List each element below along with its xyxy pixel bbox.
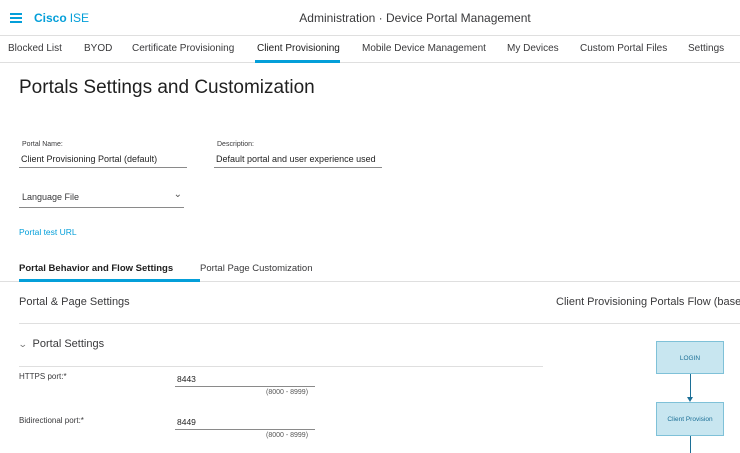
bidirectional-port-range: (8000 - 8999) bbox=[266, 432, 309, 439]
portal-settings-accordion[interactable]: ⌄ Portal Settings bbox=[17, 338, 105, 350]
tab-client-provisioning[interactable]: Client Provisioning bbox=[257, 43, 340, 54]
description-label: Description: bbox=[217, 141, 254, 148]
flow-step-client-provision: Client Provision bbox=[656, 402, 724, 436]
portal-test-url-link[interactable]: Portal test URL bbox=[19, 227, 77, 237]
flow-connector bbox=[690, 374, 691, 399]
bidirectional-port-input[interactable]: 8449 bbox=[175, 417, 315, 430]
flow-step-login: LOGIN bbox=[656, 341, 724, 374]
chevron-down-icon: ⌄ bbox=[173, 189, 182, 200]
flow-title: Client Provisioning Portals Flow (based bbox=[556, 296, 740, 308]
description-input[interactable]: Default portal and user experience used bbox=[214, 154, 382, 168]
portal-name-input[interactable]: Client Provisioning Portal (default) bbox=[19, 154, 187, 168]
https-port-input[interactable]: 8443 bbox=[175, 374, 315, 387]
page-heading: Administration · Device Portal Managemen… bbox=[299, 11, 531, 25]
language-file-label: Language File bbox=[22, 192, 80, 202]
active-tab-indicator bbox=[255, 60, 340, 63]
accordion-label: Portal Settings bbox=[32, 338, 105, 350]
top-bar: Cisco ISE Administration · Device Portal … bbox=[0, 0, 740, 36]
language-file-dropdown[interactable]: Language File ⌄ bbox=[19, 189, 184, 208]
active-subtab-indicator bbox=[19, 279, 200, 282]
tab-custom-portal-files[interactable]: Custom Portal Files bbox=[580, 43, 667, 54]
tab-my-devices[interactable]: My Devices bbox=[507, 43, 559, 54]
accordion-divider bbox=[19, 366, 543, 367]
tab-mobile-device-management[interactable]: Mobile Device Management bbox=[362, 43, 486, 54]
portal-tabs: Blocked List BYOD Certificate Provisioni… bbox=[0, 36, 740, 63]
section-title: Portal & Page Settings bbox=[19, 296, 130, 308]
https-port-label: HTTPS port:* bbox=[19, 372, 67, 381]
https-port-range: (8000 - 8999) bbox=[266, 389, 309, 396]
tab-portal-behavior[interactable]: Portal Behavior and Flow Settings bbox=[19, 263, 173, 274]
tab-byod[interactable]: BYOD bbox=[84, 43, 112, 54]
tab-settings[interactable]: Settings bbox=[688, 43, 724, 54]
chevron-down-icon: ⌄ bbox=[17, 339, 28, 349]
section-divider bbox=[19, 323, 740, 324]
tab-blocked-list[interactable]: Blocked List bbox=[8, 43, 62, 54]
bidirectional-port-label: Bidirectional port:* bbox=[19, 416, 84, 425]
tab-certificate-provisioning[interactable]: Certificate Provisioning bbox=[132, 43, 234, 54]
tab-portal-page-customization[interactable]: Portal Page Customization bbox=[200, 263, 312, 274]
flow-connector-tail bbox=[690, 436, 691, 453]
portal-name-label: Portal Name: bbox=[22, 141, 63, 148]
page-title: Portals Settings and Customization bbox=[19, 77, 315, 98]
